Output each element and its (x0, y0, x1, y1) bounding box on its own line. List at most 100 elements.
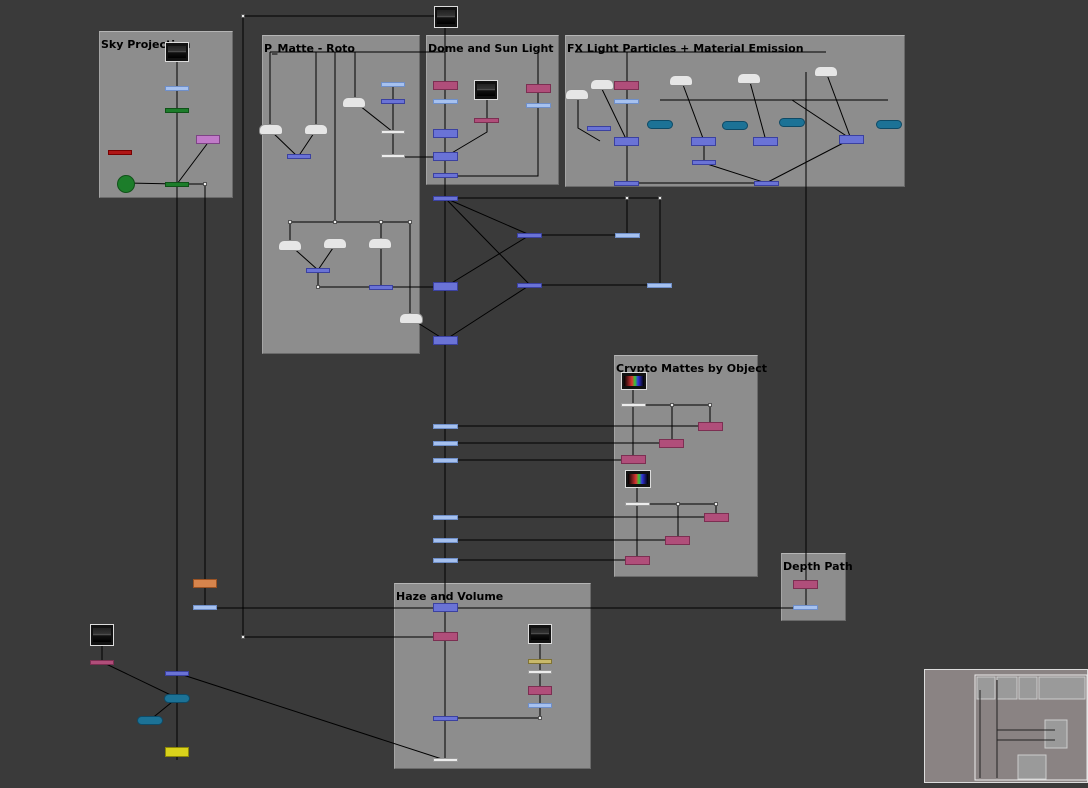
trunk-transform-node[interactable] (647, 283, 672, 288)
sky-transform-node[interactable] (165, 86, 189, 91)
roto-shape-node[interactable] (342, 97, 366, 108)
bottom-yellow-node[interactable] (165, 747, 189, 757)
elbow-dot[interactable] (203, 182, 207, 186)
elbow-dot[interactable] (333, 220, 337, 224)
fx-merge-node[interactable] (614, 137, 639, 146)
haze-olive-node[interactable] (528, 659, 552, 664)
elbow-dot[interactable] (408, 220, 412, 224)
haze-merge-node[interactable] (433, 716, 458, 721)
fx-teal-node[interactable] (722, 121, 748, 130)
left-transform-node[interactable] (193, 605, 217, 610)
haze-merge-node[interactable] (433, 603, 458, 612)
crypto-grade-node[interactable] (704, 513, 729, 522)
elbow-dot[interactable] (676, 502, 680, 506)
read-node-bottom-left[interactable] (90, 624, 114, 646)
bottom-merge-node[interactable] (165, 671, 189, 676)
elbow-dot[interactable] (670, 403, 674, 407)
elbow-dot[interactable] (708, 403, 712, 407)
trunk-transform-node[interactable] (433, 538, 458, 543)
fx-read-node[interactable] (590, 79, 614, 90)
crypto-grade-node[interactable] (665, 536, 690, 545)
fx-merge-node[interactable] (753, 137, 778, 146)
read-node-haze[interactable] (528, 624, 552, 644)
dome-merge-node[interactable] (433, 129, 458, 138)
trunk-transform-node[interactable] (433, 441, 458, 446)
fx-teal-node[interactable] (779, 118, 805, 127)
roto-merge-node[interactable] (306, 268, 330, 273)
fx-merge-node[interactable] (614, 181, 639, 186)
elbow-dot[interactable] (288, 220, 292, 224)
fx-teal-node[interactable] (876, 120, 902, 129)
trunk-transform-node[interactable] (615, 233, 640, 238)
orange-node[interactable] (193, 579, 217, 588)
crypto-dot-node[interactable] (621, 403, 646, 407)
elbow-dot[interactable] (316, 285, 320, 289)
sky-red-node[interactable] (108, 150, 132, 155)
read-node-dome[interactable] (474, 80, 498, 100)
dome-merge-node[interactable] (433, 173, 458, 178)
crypto-grade-node[interactable] (621, 455, 646, 464)
roto-dot-node[interactable] (381, 154, 405, 158)
roto-shape-node[interactable] (399, 313, 423, 324)
roto-transform-node[interactable] (381, 82, 405, 87)
trunk-merge-node[interactable] (433, 282, 458, 291)
roto-shape-node[interactable] (323, 238, 347, 249)
sky-green-node[interactable] (165, 108, 189, 113)
fx-read-node[interactable] (565, 89, 589, 100)
sky-lilac-node[interactable] (196, 135, 220, 144)
elbow-dot[interactable] (658, 196, 662, 200)
sky-projection-sphere-node[interactable] (117, 175, 135, 193)
bottom-left-grade-node[interactable] (90, 660, 114, 665)
trunk-transform-node[interactable] (433, 558, 458, 563)
trunk-transform-node[interactable] (433, 424, 458, 429)
trunk-merge-node[interactable] (517, 233, 542, 238)
crypto-grade-node[interactable] (698, 422, 723, 431)
dome-transform-node[interactable] (433, 99, 458, 104)
haze-grade-node[interactable] (528, 686, 552, 695)
roto-merge-node[interactable] (381, 99, 405, 104)
crypto-grade-node[interactable] (625, 556, 650, 565)
elbow-dot[interactable] (538, 716, 542, 720)
fx-merge-node[interactable] (692, 160, 716, 165)
roto-shape-node[interactable] (259, 124, 283, 135)
roto-merge-node[interactable] (369, 285, 393, 290)
fx-teal-node[interactable] (647, 120, 673, 129)
dome-transform-node[interactable] (526, 103, 551, 108)
fx-read-node[interactable] (814, 66, 838, 77)
fx-merge-node[interactable] (754, 181, 779, 186)
haze-grade-node[interactable] (433, 632, 458, 641)
sky-merge-node[interactable] (165, 182, 189, 187)
fx-merge-node[interactable] (691, 137, 716, 146)
haze-dot-node[interactable] (528, 670, 552, 674)
fx-grade-node[interactable] (614, 81, 639, 90)
elbow-dot[interactable] (241, 14, 245, 18)
dome-grade-node[interactable] (474, 118, 499, 123)
elbow-dot[interactable] (379, 220, 383, 224)
trunk-merge-node[interactable] (433, 336, 458, 345)
bottom-teal-node[interactable] (164, 694, 190, 703)
haze-transform-node[interactable] (528, 703, 552, 708)
elbow-dot[interactable] (241, 635, 245, 639)
depth-grade-node[interactable] (793, 580, 818, 589)
trunk-merge-node[interactable] (517, 283, 542, 288)
elbow-dot[interactable] (714, 502, 718, 506)
dome-grade-node[interactable] (526, 84, 551, 93)
roto-shape-node[interactable] (368, 238, 392, 249)
trunk-merge-node[interactable] (433, 196, 458, 201)
roto-merge-node[interactable] (287, 154, 311, 159)
node-graph-minimap[interactable] (924, 669, 1088, 783)
trunk-transform-node[interactable] (433, 515, 458, 520)
crypto-dot-node[interactable] (625, 502, 650, 506)
dome-merge-node[interactable] (433, 152, 458, 161)
elbow-dot[interactable] (625, 196, 629, 200)
fx-read-node[interactable] (737, 73, 761, 84)
fx-merge-node[interactable] (587, 126, 611, 131)
roto-shape-node[interactable] (304, 124, 328, 135)
read-node-crypto-1[interactable] (621, 372, 647, 390)
output-dot-node[interactable] (433, 758, 458, 762)
fx-merge-node[interactable] (839, 135, 864, 144)
depth-transform-node[interactable] (793, 605, 818, 610)
roto-dot-node[interactable] (381, 130, 405, 134)
dome-grade-node[interactable] (433, 81, 458, 90)
trunk-transform-node[interactable] (433, 458, 458, 463)
